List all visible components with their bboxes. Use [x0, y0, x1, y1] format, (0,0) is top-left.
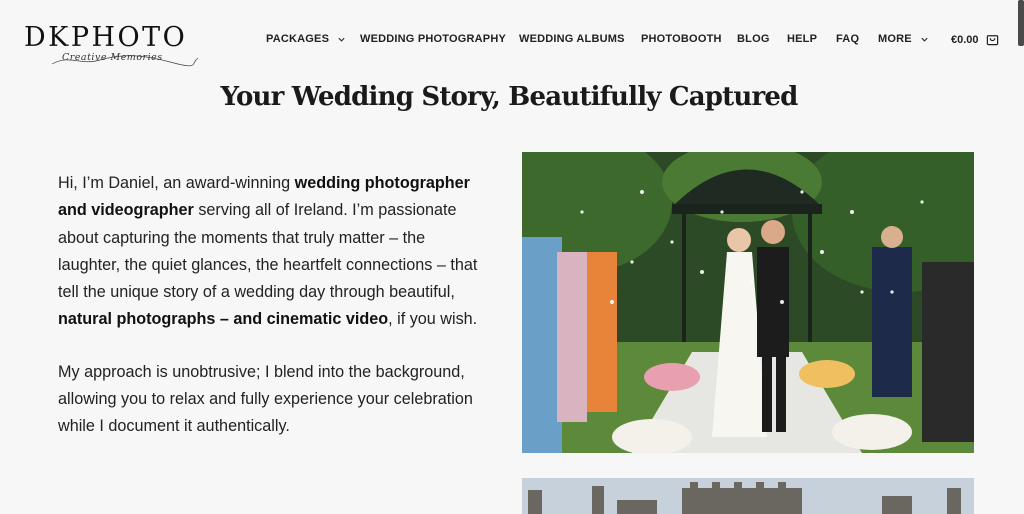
site-logo[interactable]: DKPHOTO Creative Memories	[24, 22, 214, 72]
nav-item-more[interactable]: MORE	[878, 33, 929, 45]
page: DKPHOTO Creative Memories PACKAGES WEDDI…	[0, 0, 1024, 514]
cart-link[interactable]: €0.00	[951, 33, 999, 46]
intro-text-segment: , if you wish.	[388, 310, 478, 329]
logo-tagline: Creative Memories	[62, 52, 163, 63]
nav-item-help[interactable]: HELP	[787, 33, 817, 45]
nav-label: HELP	[787, 33, 818, 45]
nav-item-photobooth[interactable]: PHOTOBOOTH	[641, 33, 722, 45]
nav-label: FAQ	[836, 33, 860, 45]
scrollbar-thumb[interactable]	[1018, 0, 1024, 46]
chevron-down-icon	[921, 37, 928, 42]
wedding-photo-image	[522, 152, 974, 453]
intro-paragraph-1: Hi, I’m Daniel, an award-winning wedding…	[58, 170, 488, 334]
nav-item-wedding-photography[interactable]: WEDDING PHOTOGRAPHY	[360, 33, 506, 45]
castle-photo	[522, 478, 974, 514]
page-title: Your Wedding Story, Beautifully Captured	[220, 82, 798, 112]
site-header: DKPHOTO Creative Memories PACKAGES WEDDI…	[0, 0, 1024, 80]
nav-label: WEDDING PHOTOGRAPHY	[360, 33, 506, 45]
shopping-bag-icon	[986, 35, 998, 46]
nav-item-packages[interactable]: PACKAGES	[266, 33, 346, 45]
intro-text-segment: Hi, I’m Daniel, an award-winning	[58, 174, 295, 192]
nav-item-wedding-albums[interactable]: WEDDING ALBUMS	[519, 33, 625, 45]
cart-total: €0.00	[951, 33, 979, 46]
chevron-down-icon	[338, 37, 345, 42]
intro-text: Hi, I’m Daniel, an award-winning wedding…	[58, 170, 488, 466]
nav-label: MORE	[878, 33, 912, 45]
nav-item-blog[interactable]: BLOG	[737, 33, 770, 45]
nav-label: PHOTOBOOTH	[641, 33, 722, 45]
intro-paragraph-2: My approach is unobtrusive; I blend into…	[58, 362, 473, 436]
wedding-photo	[522, 152, 974, 453]
nav-label: WEDDING ALBUMS	[519, 33, 625, 45]
nav-label: PACKAGES	[266, 33, 330, 45]
nav-label: BLOG	[737, 33, 770, 45]
castle-photo-image	[522, 478, 974, 514]
nav-item-faq[interactable]: FAQ	[836, 33, 859, 45]
intro-bold-segment: natural photographs – and cinematic vide…	[58, 310, 389, 329]
